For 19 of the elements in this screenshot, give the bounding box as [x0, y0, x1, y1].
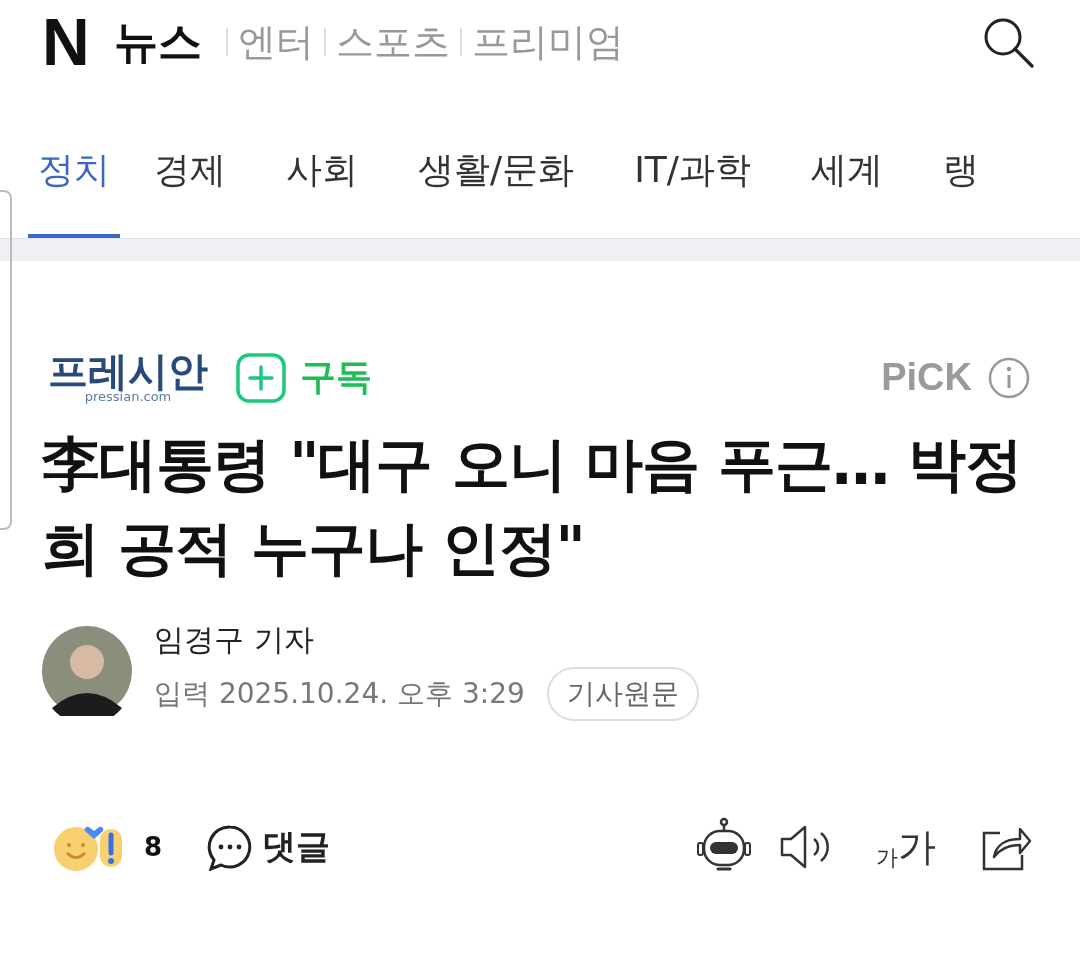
press-logo[interactable]: 프레시안 pressian.com	[48, 351, 208, 404]
plus-icon	[236, 352, 286, 403]
category-tab[interactable]: IT/과학	[624, 146, 777, 238]
category-tab[interactable]: 세계	[800, 146, 909, 238]
logo[interactable]: N	[42, 9, 88, 75]
speaker-icon[interactable]	[778, 823, 832, 871]
info-icon[interactable]	[988, 356, 1030, 399]
category-tab[interactable]: 경제	[144, 146, 252, 238]
category-tab[interactable]: 랭	[932, 146, 1005, 238]
comment-button[interactable]: 댓글	[206, 823, 331, 871]
headline: 李대통령 "대구 오니 마음 푸근… 박정희 공적 누구나 인정"	[42, 429, 1024, 584]
reaction-count: 8	[144, 832, 163, 862]
pick-label: PiCK	[881, 356, 972, 399]
category-tab[interactable]: 사회	[276, 146, 384, 238]
original-article-button[interactable]: 기사원문	[546, 667, 699, 721]
publish-date: 입력 2025.10.24. 오후 3:29	[154, 676, 525, 712]
category-tab[interactable]: 생활/문화	[408, 146, 601, 238]
reporter-name[interactable]: 임경구 기자	[154, 620, 699, 661]
section-title[interactable]: 뉴스	[113, 12, 202, 72]
